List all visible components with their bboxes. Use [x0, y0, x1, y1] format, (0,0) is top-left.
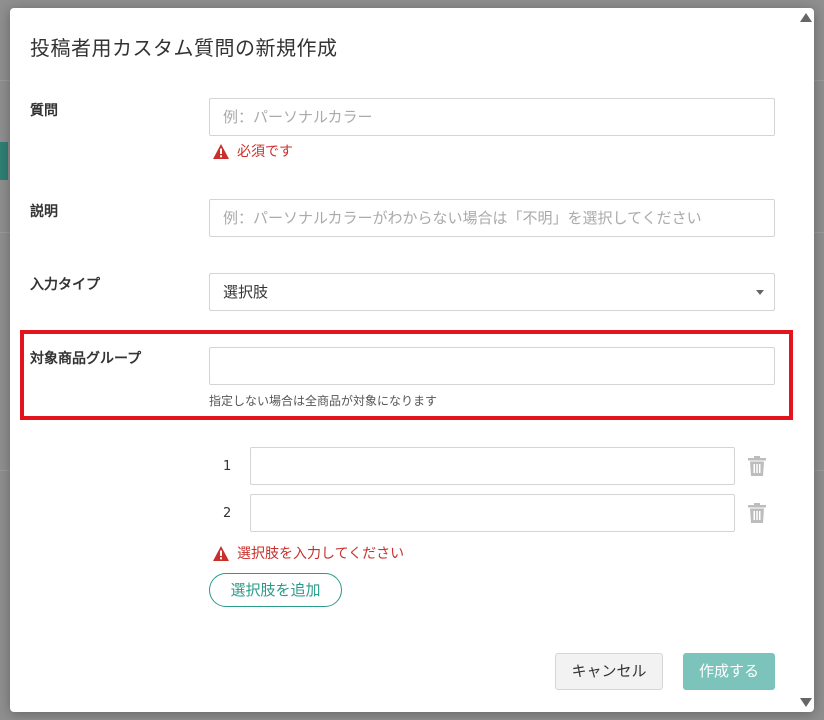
create-custom-question-dialog: 投稿者用カスタム質問の新規作成 質問 例：パーソナルカラー 必須です 説明 例：…	[10, 8, 814, 712]
create-button[interactable]: 作成する	[683, 653, 775, 690]
question-input[interactable]: 例：パーソナルカラー	[209, 98, 775, 136]
dialog-title: 投稿者用カスタム質問の新規作成	[30, 36, 338, 60]
choices-error-text: 選択肢を入力してください	[237, 546, 405, 562]
choice-input[interactable]	[250, 447, 735, 485]
warning-icon	[213, 545, 229, 561]
chevron-down-icon	[756, 290, 764, 295]
add-choice-button[interactable]: 選択肢を追加	[209, 573, 342, 607]
question-label: 質問	[30, 103, 58, 119]
warning-icon	[213, 143, 229, 159]
description-input[interactable]: 例：パーソナルカラーがわからない場合は「不明」を選択してください	[209, 199, 775, 237]
question-error-text: 必須です	[237, 144, 293, 160]
choice-input[interactable]	[250, 494, 735, 532]
input-type-select[interactable]: 選択肢	[209, 273, 775, 311]
scroll-up-icon[interactable]	[800, 13, 812, 22]
scroll-down-icon[interactable]	[800, 698, 812, 707]
trash-icon[interactable]	[748, 503, 766, 523]
choices-error: 選択肢を入力してください	[213, 543, 404, 563]
input-type-label: 入力タイプ	[30, 277, 100, 293]
choice-number: 2	[223, 506, 232, 521]
background-tab-fragment	[0, 142, 8, 180]
choice-number: 1	[223, 459, 232, 474]
trash-icon[interactable]	[748, 456, 766, 476]
cancel-button[interactable]: キャンセル	[555, 653, 663, 690]
description-label: 説明	[30, 204, 58, 220]
highlight-box	[20, 330, 793, 420]
input-type-value: 選択肢	[223, 283, 269, 301]
question-error: 必須です	[213, 141, 293, 161]
